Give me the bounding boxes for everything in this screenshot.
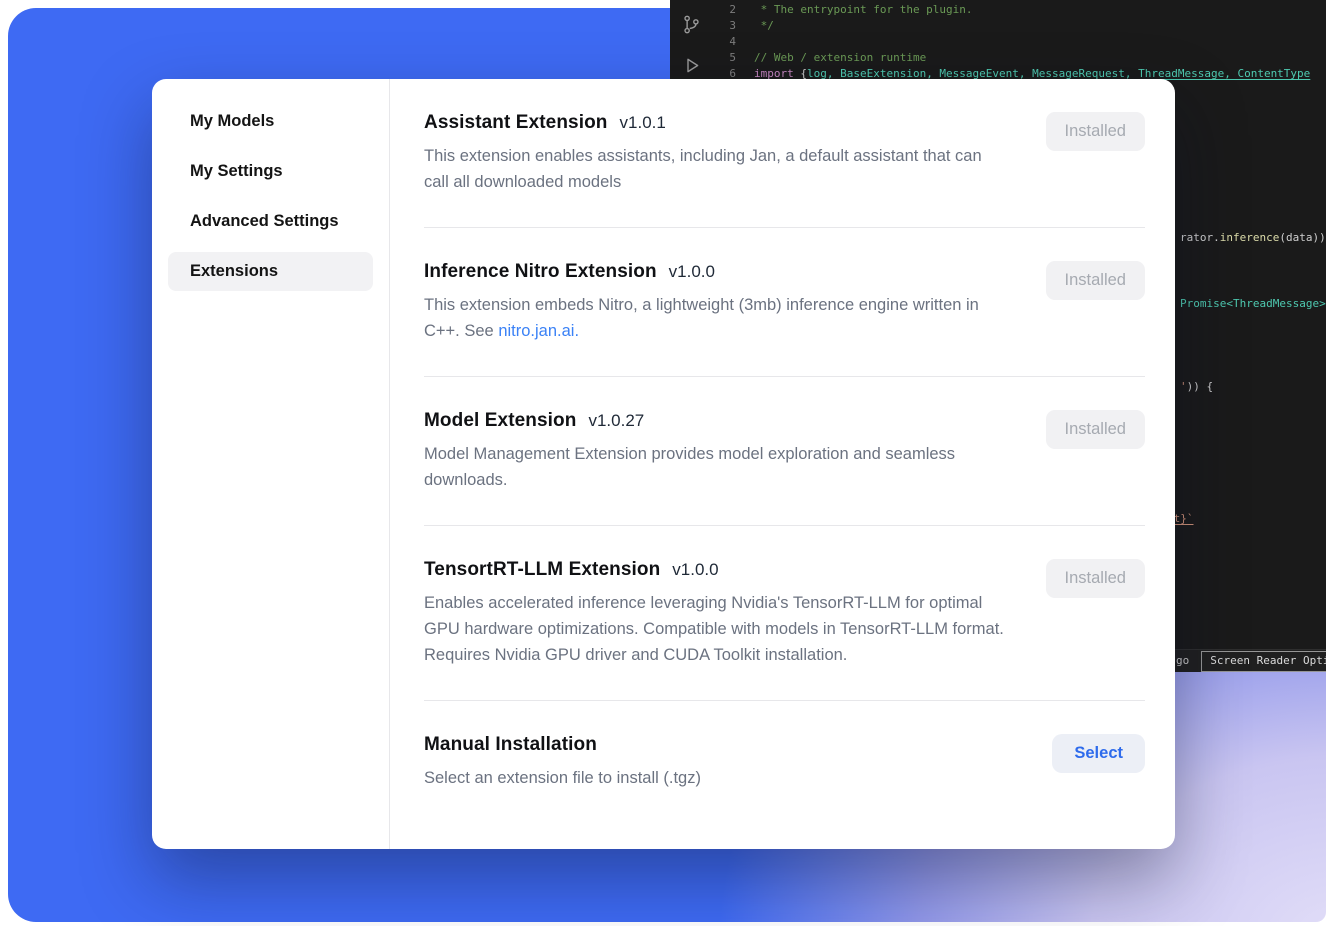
line-number: 2	[712, 2, 736, 18]
extension-description: This extension embeds Nitro, a lightweig…	[424, 292, 1004, 344]
extension-name: TensortRT-LLM Extension	[424, 559, 660, 581]
sidebar-item-my-settings[interactable]: My Settings	[168, 152, 373, 191]
installed-button[interactable]: Installed	[1046, 559, 1145, 598]
sidebar-item-extensions[interactable]: Extensions	[168, 252, 373, 291]
code-fragment: Promise<ThreadMessage>	[1180, 296, 1326, 312]
manual-installation-description: Select an extension file to install (.tg…	[424, 765, 701, 791]
sidebar-item-my-models[interactable]: My Models	[168, 102, 373, 141]
extension-name: Assistant Extension	[424, 112, 608, 134]
code-token: * The entrypoint for the plugin.	[754, 3, 973, 16]
line-number: 3	[712, 18, 736, 34]
extension-name: Inference Nitro Extension	[424, 261, 657, 283]
extension-row: TensortRT-LLM Extension v1.0.0 Enables a…	[424, 526, 1145, 701]
extension-version: v1.0.27	[588, 411, 644, 431]
extension-name: Model Extension	[424, 410, 576, 432]
settings-sidebar: My Models My Settings Advanced Settings …	[152, 79, 390, 849]
sidebar-item-advanced-settings[interactable]: Advanced Settings	[168, 202, 373, 241]
extensions-list: Assistant Extension v1.0.1 This extensio…	[390, 79, 1175, 849]
extension-row: Model Extension v1.0.27 Model Management…	[424, 377, 1145, 526]
code-line: 5 // Web / extension runtime	[712, 50, 1326, 66]
git-branch-icon[interactable]	[681, 14, 702, 35]
code-line: 4	[712, 34, 1326, 50]
extension-description: This extension enables assistants, inclu…	[424, 143, 1004, 195]
code-line: 2 * The entrypoint for the plugin.	[712, 2, 1326, 18]
code-fragment: rator.inference(data));	[1180, 230, 1326, 246]
extension-version: v1.0.0	[672, 560, 718, 580]
line-number: 4	[712, 34, 736, 50]
code-fragment: ')) {	[1180, 379, 1213, 395]
extension-row: Inference Nitro Extension v1.0.0 This ex…	[424, 228, 1145, 377]
run-debug-icon[interactable]	[681, 55, 702, 76]
manual-installation-row: Manual Installation Select an extension …	[424, 701, 1145, 811]
extension-description: Model Management Extension provides mode…	[424, 441, 959, 493]
installed-button[interactable]: Installed	[1046, 112, 1145, 151]
settings-modal: My Models My Settings Advanced Settings …	[152, 79, 1175, 849]
manual-installation-title: Manual Installation	[424, 734, 597, 756]
installed-button[interactable]: Installed	[1046, 261, 1145, 300]
screen-reader-badge[interactable]: Screen Reader Optimized	[1201, 651, 1326, 672]
extension-version: v1.0.1	[620, 113, 666, 133]
statusbar-text: go	[1176, 653, 1189, 669]
code-line: 3 */	[712, 18, 1326, 34]
code-token: // Web / extension runtime	[754, 51, 926, 64]
select-file-button[interactable]: Select	[1052, 734, 1145, 773]
code-area: 2 * The entrypoint for the plugin. 3 */ …	[712, 2, 1326, 82]
extension-version: v1.0.0	[669, 262, 715, 282]
nitro-jan-ai-link[interactable]: nitro.jan.ai.	[498, 322, 579, 340]
installed-button[interactable]: Installed	[1046, 410, 1145, 449]
code-token: */	[754, 19, 774, 32]
extension-description: Enables accelerated inference leveraging…	[424, 590, 1004, 668]
line-number: 5	[712, 50, 736, 66]
extension-row: Assistant Extension v1.0.1 This extensio…	[424, 79, 1145, 228]
